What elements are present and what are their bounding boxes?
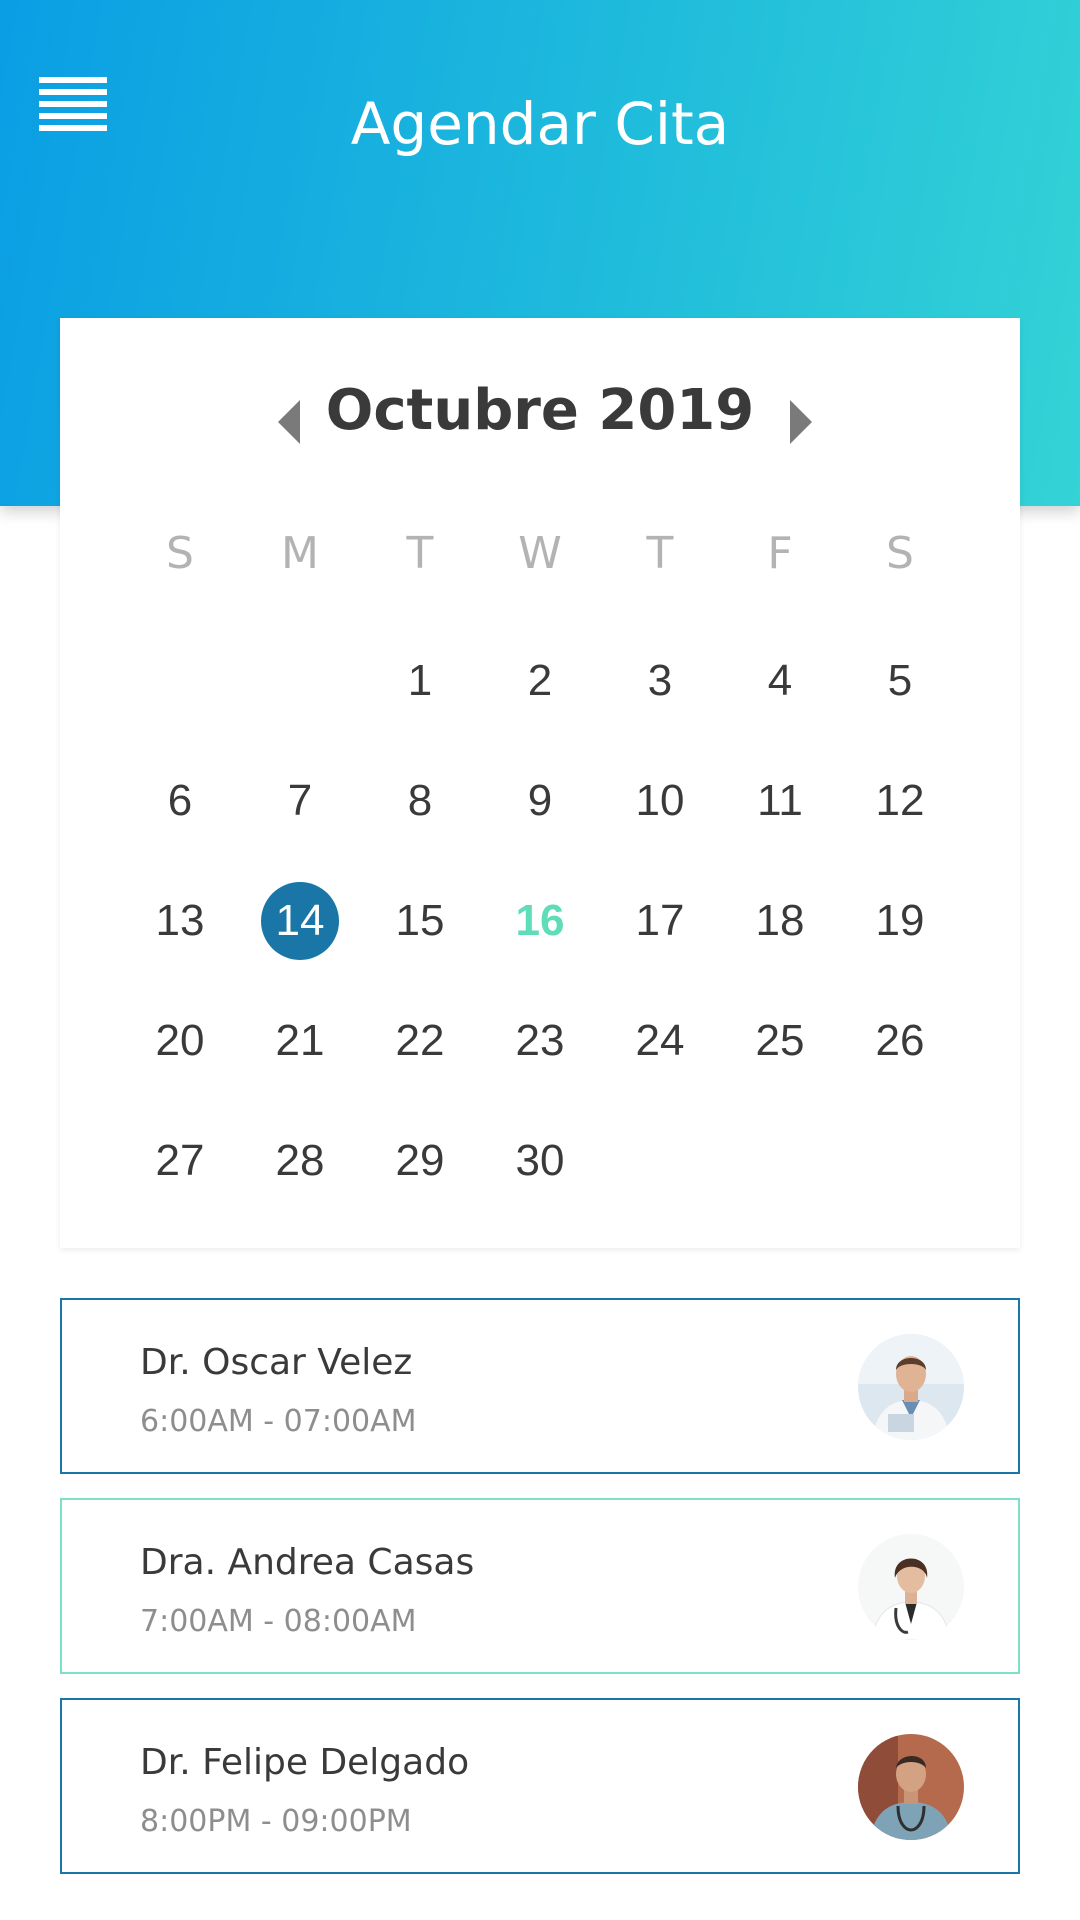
calendar-day-26[interactable]: 26: [855, 1001, 945, 1081]
doctor-avatar: [858, 1534, 964, 1640]
doctor-avatar: [858, 1734, 964, 1840]
calendar-day-21[interactable]: 21: [255, 1001, 345, 1081]
calendar-day-4[interactable]: 4: [735, 641, 825, 721]
calendar-day-12[interactable]: 12: [855, 761, 945, 841]
calendar-day-24[interactable]: 24: [615, 1001, 705, 1081]
calendar-day-20[interactable]: 20: [135, 1001, 225, 1081]
calendar-day-29[interactable]: 29: [375, 1121, 465, 1201]
calendar-day-27[interactable]: 27: [135, 1121, 225, 1201]
calendar-day-7[interactable]: 7: [255, 761, 345, 841]
calendar-day-13[interactable]: 13: [135, 881, 225, 961]
appointment-card[interactable]: Dr. Felipe Delgado 8:00PM - 09:00PM: [60, 1698, 1020, 1874]
calendar-day-9[interactable]: 9: [495, 761, 585, 841]
calendar-day-6[interactable]: 6: [135, 761, 225, 841]
calendar-day-10[interactable]: 10: [615, 761, 705, 841]
appointment-time: 6:00AM - 07:00AM: [140, 1404, 417, 1439]
calendar-day-23[interactable]: 23: [495, 1001, 585, 1081]
doctor-avatar: [858, 1334, 964, 1440]
calendar-day-5[interactable]: 5: [855, 641, 945, 721]
calendar-day-18[interactable]: 18: [735, 881, 825, 961]
calendar-day-8[interactable]: 8: [375, 761, 465, 841]
calendar-day-30[interactable]: 30: [495, 1121, 585, 1201]
calendar-day-15[interactable]: 15: [375, 881, 465, 961]
calendar-day-17[interactable]: 17: [615, 881, 705, 961]
calendar-day-25[interactable]: 25: [735, 1001, 825, 1081]
doctor-name: Dr. Felipe Delgado: [140, 1742, 470, 1783]
page-title: Agendar Cita: [350, 90, 730, 158]
doctor-name: Dr. Oscar Velez: [140, 1342, 413, 1383]
calendar-day-11[interactable]: 11: [735, 761, 825, 841]
calendar-day-2[interactable]: 2: [495, 641, 585, 721]
appointment-card[interactable]: Dr. Oscar Velez 6:00AM - 07:00AM: [60, 1298, 1020, 1474]
calendar-day-22[interactable]: 22: [375, 1001, 465, 1081]
calendar-card: Octubre 2019 S M T W T F S 1 2 3 4 5 6 7 8 9 10 11…: [60, 318, 1020, 1248]
appointment-time: 7:00AM - 08:00AM: [140, 1604, 417, 1639]
appointment-card[interactable]: Dra. Andrea Casas 7:00AM - 08:00AM: [60, 1498, 1020, 1674]
calendar-day-14[interactable]: 14: [261, 882, 339, 960]
day-grid: 1 2 3 4 5 6 7 8 9 10 11 12 13 14 15 16 17 18 19 20 21 22 23 24 2…: [60, 318, 1020, 1248]
calendar-day-3[interactable]: 3: [615, 641, 705, 721]
appointment-time: 8:00PM - 09:00PM: [140, 1804, 412, 1839]
calendar-day-19[interactable]: 19: [855, 881, 945, 961]
calendar-day-1[interactable]: 1: [375, 641, 465, 721]
calendar-day-16[interactable]: 16: [495, 881, 585, 961]
doctor-name: Dra. Andrea Casas: [140, 1542, 475, 1583]
calendar-day-28[interactable]: 28: [255, 1121, 345, 1201]
